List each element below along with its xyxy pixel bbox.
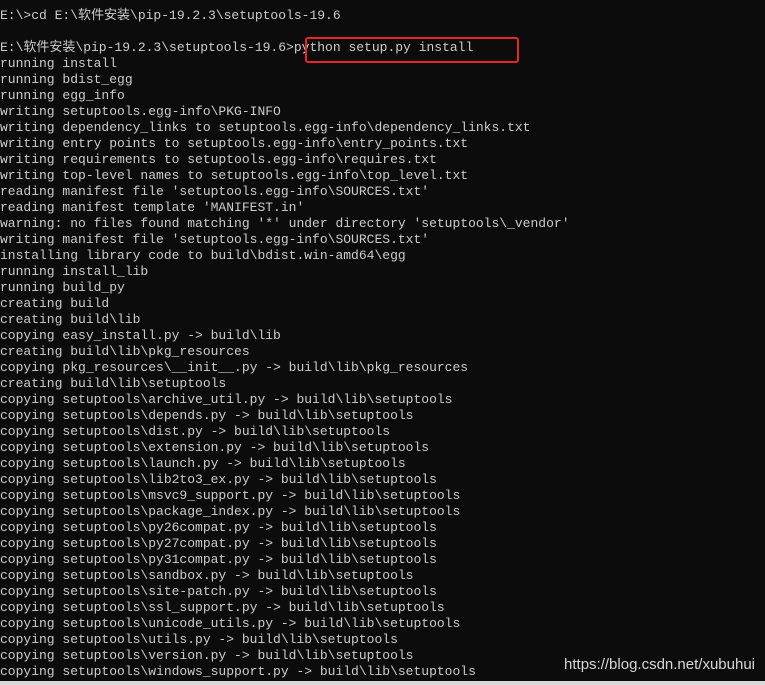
console-line: writing top-level names to setuptools.eg… — [0, 168, 469, 183]
console-line: installing library code to build\bdist.w… — [0, 248, 406, 263]
console-line: copying setuptools\msvc9_support.py -> b… — [0, 488, 461, 503]
window-bottom-edge — [0, 681, 765, 685]
console-line: writing manifest file 'setuptools.egg-in… — [0, 232, 430, 247]
console-line: copying setuptools\launch.py -> build\li… — [0, 456, 406, 471]
console-line: creating build — [0, 296, 110, 311]
console-line: running install_lib — [0, 264, 149, 279]
console-line: running bdist_egg — [0, 72, 133, 87]
console-line: copying setuptools\unicode_utils.py -> b… — [0, 616, 461, 631]
console-line: reading manifest file 'setuptools.egg-in… — [0, 184, 430, 199]
console-line: creating build\lib\setuptools — [0, 376, 227, 391]
console-line: running egg_info — [0, 88, 125, 103]
console-line: copying setuptools\py27compat.py -> buil… — [0, 536, 437, 551]
console-line: writing setuptools.egg-info\PKG-INFO — [0, 104, 281, 119]
console-line: writing dependency_links to setuptools.e… — [0, 120, 531, 135]
console-line: copying setuptools\py31compat.py -> buil… — [0, 552, 437, 567]
console-line: E:\>cd E:\软件安装\pip-19.2.3\setuptools-19.… — [0, 8, 341, 23]
console-line: copying setuptools\extension.py -> build… — [0, 440, 430, 455]
console-line: copying setuptools\sandbox.py -> build\l… — [0, 568, 414, 583]
console-line: copying setuptools\ssl_support.py -> bui… — [0, 600, 445, 615]
console-line: copying setuptools\version.py -> build\l… — [0, 648, 414, 663]
console-line: creating build\lib — [0, 312, 141, 327]
console-line: creating build\lib\pkg_resources — [0, 344, 250, 359]
console-line: running build_py — [0, 280, 125, 295]
console-line: reading manifest template 'MANIFEST.in' — [0, 200, 305, 215]
console-line: writing requirements to setuptools.egg-i… — [0, 152, 437, 167]
console-line: writing entry points to setuptools.egg-i… — [0, 136, 469, 151]
console-line: warning: no files found matching '*' und… — [0, 216, 570, 231]
console-line: copying setuptools\site-patch.py -> buil… — [0, 584, 437, 599]
console-line: copying setuptools\depends.py -> build\l… — [0, 408, 414, 423]
console-line: copying setuptools\windows_support.py ->… — [0, 664, 476, 679]
console-output: E:\>cd E:\软件安装\pip-19.2.3\setuptools-19.… — [0, 8, 570, 680]
command-highlight-box — [305, 37, 519, 63]
console-line: copying setuptools\utils.py -> build\lib… — [0, 632, 398, 647]
watermark: https://blog.csdn.net/xubuhui — [564, 656, 755, 673]
console-line: copying setuptools\dist.py -> build\lib\… — [0, 424, 391, 439]
console-line: copying easy_install.py -> build\lib — [0, 328, 281, 343]
console-line: copying setuptools\py26compat.py -> buil… — [0, 520, 437, 535]
console-line: copying pkg_resources\__init__.py -> bui… — [0, 360, 469, 375]
console-line: copying setuptools\lib2to3_ex.py -> buil… — [0, 472, 437, 487]
console-line: copying setuptools\package_index.py -> b… — [0, 504, 461, 519]
console-line: copying setuptools\archive_util.py -> bu… — [0, 392, 453, 407]
